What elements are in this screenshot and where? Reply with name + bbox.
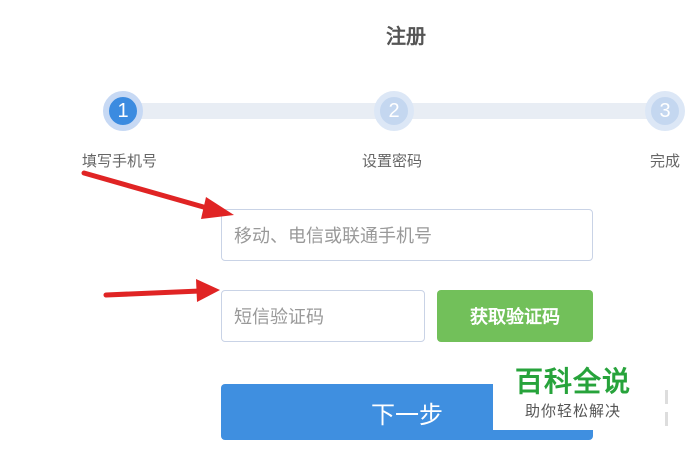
watermark-title: 百科全说 — [515, 365, 632, 398]
edge-tick-mark — [665, 390, 668, 404]
arrow-to-code-icon — [103, 279, 220, 302]
arrow-to-phone-icon — [81, 170, 234, 219]
watermark-subtitle: 助你轻松解决 — [525, 402, 622, 420]
edge-tick-mark — [665, 412, 668, 426]
